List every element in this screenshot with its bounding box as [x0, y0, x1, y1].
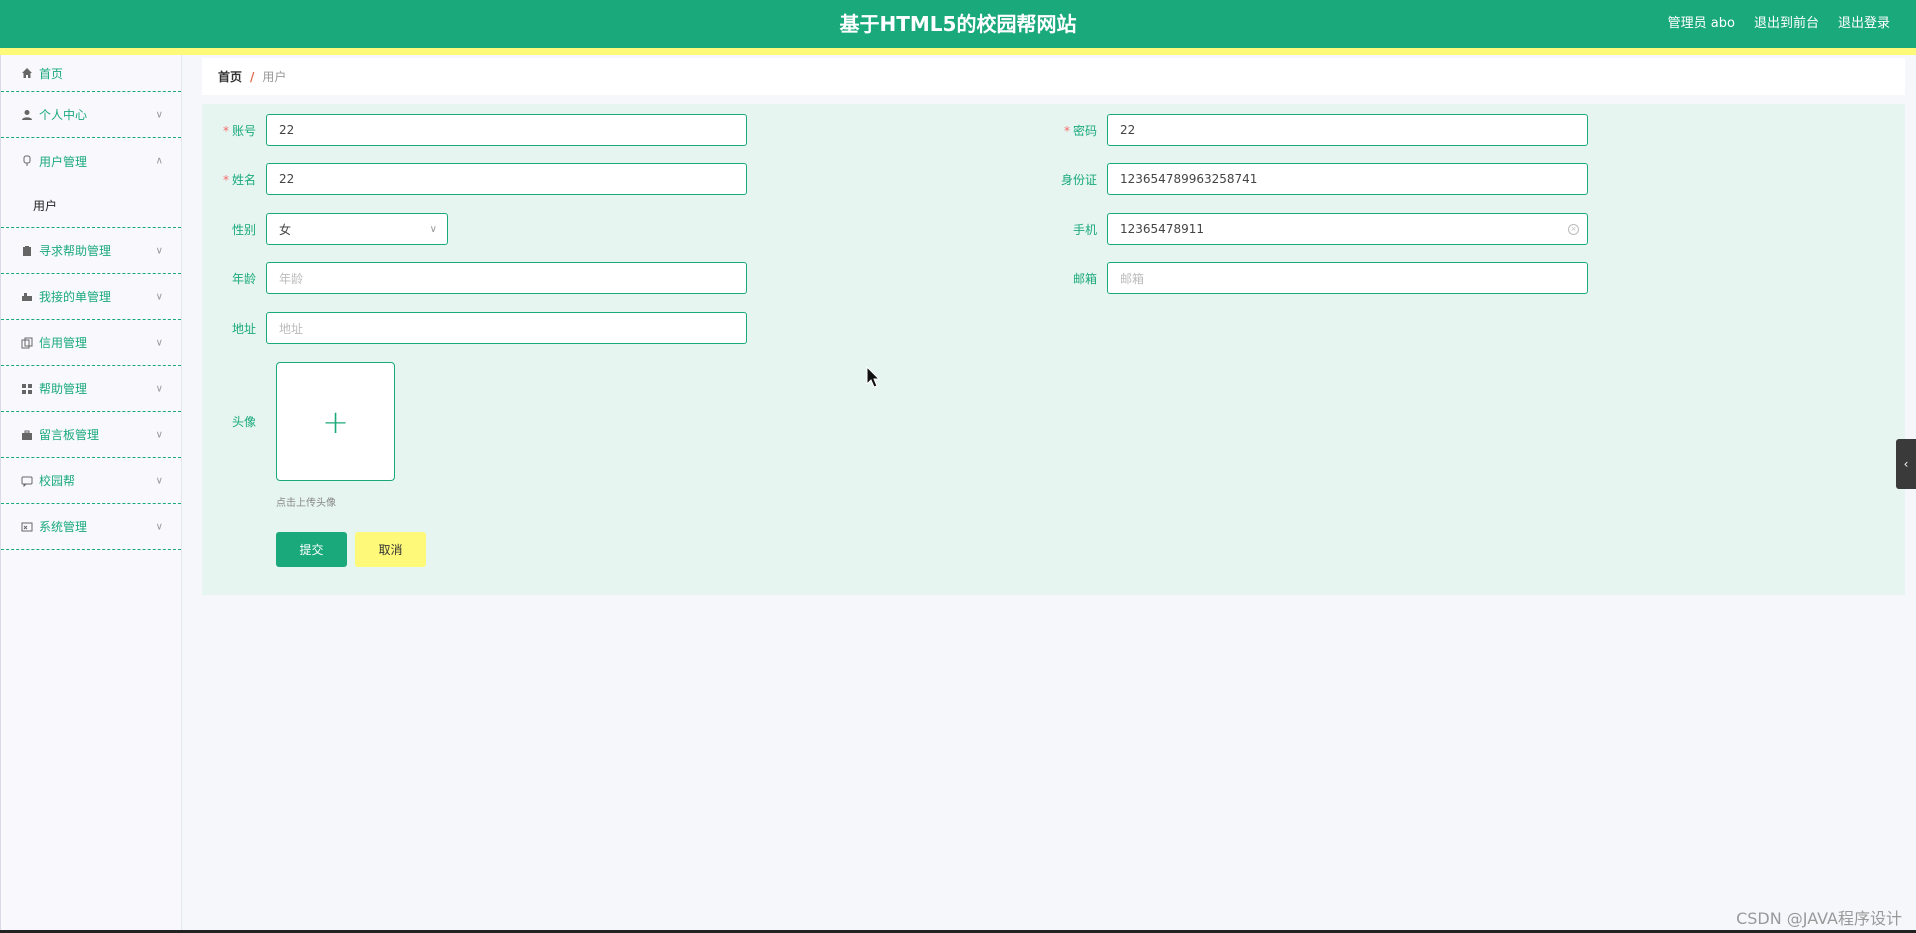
- submit-button[interactable]: 提交: [276, 532, 347, 567]
- breadcrumb-current: 用户: [262, 70, 287, 84]
- chevron-left-icon[interactable]: ‹: [1896, 439, 1916, 489]
- sidebar-subitem-user[interactable]: 用户: [1, 184, 181, 228]
- sidebar-item-system[interactable]: 系统管理 ∨: [1, 504, 181, 550]
- sidebar-item-label: 校园帮: [39, 474, 76, 488]
- phone-label: 手机: [1072, 222, 1097, 237]
- form-row-account: * 账号 22: [202, 114, 747, 146]
- avatar-label: 头像: [231, 415, 256, 429]
- form-row-name: * 姓名 22: [202, 163, 747, 195]
- sidebar-item-label: 留言板管理: [39, 428, 100, 442]
- plus-icon: +: [322, 402, 349, 441]
- sidebar-item-message-board[interactable]: 留言板管理 ∨: [1, 412, 181, 458]
- sidebar-item-credit[interactable]: 信用管理 ∨: [1, 320, 181, 366]
- home-icon: [21, 67, 33, 79]
- logout-link[interactable]: 退出登录: [1838, 12, 1890, 31]
- chevron-up-icon: ∧: [155, 155, 163, 167]
- clear-icon[interactable]: ×: [1568, 223, 1579, 235]
- front-link[interactable]: 退出到前台: [1754, 12, 1819, 31]
- form-row-email: 邮箱 邮箱: [1043, 262, 1588, 294]
- form-row-gender: 性别 女 ∨: [202, 213, 448, 245]
- site-title: 基于HTML5的校园帮网站: [839, 12, 1077, 36]
- sidebar-item-help-manage[interactable]: 帮助管理 ∨: [1, 366, 181, 412]
- breadcrumb-home[interactable]: 首页: [218, 68, 242, 85]
- chevron-down-icon: ∨: [155, 383, 163, 394]
- chevron-down-icon: ∨: [429, 223, 437, 235]
- sidebar-item-label: 帮助管理: [39, 382, 88, 396]
- sidebar-item-label: 用户管理: [39, 154, 88, 169]
- form-row-password: * 密码 22: [1043, 114, 1588, 146]
- chat-icon: [21, 475, 33, 487]
- gender-selected-value: 女: [279, 222, 292, 237]
- chevron-down-icon: ∨: [155, 109, 163, 120]
- form-row-address: 地址 地址: [202, 312, 747, 344]
- email-input[interactable]: 邮箱: [1107, 262, 1588, 294]
- form-row-age: 年龄 年龄: [202, 262, 747, 294]
- chevron-down-icon: ∨: [155, 245, 163, 256]
- avatar-upload-tip: 点击上传头像: [276, 498, 336, 509]
- id-card-input[interactable]: 123654789963258741: [1107, 163, 1588, 195]
- sidebar-item-label: 寻求帮助管理: [39, 244, 112, 258]
- sidebar-item-my-orders[interactable]: 我接的单管理 ∨: [1, 274, 181, 320]
- clipboard-icon: [21, 245, 33, 257]
- phone-input[interactable]: 12365478911 ×: [1107, 213, 1588, 245]
- sidebar-item-label: 系统管理: [39, 520, 88, 534]
- chevron-down-icon: ∨: [155, 429, 163, 440]
- account-label: * 账号: [222, 123, 256, 138]
- id-card-label: 身份证: [1060, 172, 1097, 187]
- mouse-cursor-icon: [866, 366, 881, 388]
- hand-icon: [21, 291, 33, 303]
- header-accent-bar: [0, 48, 1916, 55]
- chevron-down-icon: ∨: [155, 521, 163, 532]
- sidebar-item-personal[interactable]: 个人中心 ∨: [1, 92, 181, 138]
- gender-select[interactable]: 女 ∨: [266, 213, 448, 245]
- form-row-phone: 手机 12365478911 ×: [1043, 213, 1588, 245]
- password-input[interactable]: 22: [1107, 114, 1588, 146]
- system-icon: [21, 521, 33, 533]
- chevron-down-icon: ∨: [155, 291, 163, 302]
- chevron-down-icon: ∨: [155, 337, 163, 348]
- age-input[interactable]: 年龄: [266, 262, 747, 294]
- sidebar-item-label: 个人中心: [39, 108, 88, 122]
- name-input[interactable]: 22: [266, 163, 747, 195]
- sidebar-item-help-request[interactable]: 寻求帮助管理 ∨: [1, 228, 181, 274]
- cancel-button[interactable]: 取消: [355, 532, 426, 567]
- avatar-upload-button[interactable]: +: [276, 362, 395, 481]
- name-label: * 姓名: [222, 172, 256, 187]
- gender-label: 性别: [231, 222, 256, 237]
- header-actions: 管理员 abo 退出到前台 退出登录: [1668, 12, 1890, 31]
- sidebar: 首页 个人中心 ∨ 用户管理 ∧ 用户 寻求帮助管理 ∨ 我接的单管理 ∨ 信用…: [0, 55, 182, 933]
- sidebar-item-label: 信用管理: [39, 336, 88, 350]
- chevron-down-icon: ∨: [155, 475, 163, 486]
- password-label: * 密码: [1063, 123, 1097, 138]
- form-row-avatar: 头像: [202, 413, 266, 430]
- watermark-text: CSDN @JAVA程序设计: [1736, 909, 1902, 928]
- sidebar-item-campus-help[interactable]: 校园帮 ∨: [1, 458, 181, 504]
- email-label: 邮箱: [1072, 271, 1097, 286]
- sidebar-item-user-manage[interactable]: 用户管理 ∧: [1, 138, 181, 184]
- address-input[interactable]: 地址: [266, 312, 747, 344]
- sidebar-item-label: 我接的单管理: [39, 290, 112, 304]
- breadcrumb: 首页 / 用户: [202, 58, 1905, 95]
- sidebar-item-label: 首页: [39, 66, 64, 81]
- briefcase-icon: [21, 429, 33, 441]
- age-label: 年龄: [231, 271, 256, 286]
- grid-icon: [21, 383, 33, 395]
- user-manage-icon: [21, 155, 33, 167]
- sidebar-item-home[interactable]: 首页: [1, 55, 181, 92]
- admin-label: 管理员 abo: [1667, 16, 1735, 31]
- account-input[interactable]: 22: [266, 114, 747, 146]
- form-row-id-card: 身份证 123654789963258741: [1043, 163, 1588, 195]
- address-label: 地址: [231, 321, 256, 336]
- person-icon: [21, 109, 33, 121]
- breadcrumb-separator: /: [250, 69, 255, 84]
- top-header: 基于HTML5的校园帮网站 管理员 abo 退出到前台 退出登录: [0, 0, 1916, 48]
- copy-icon: [21, 337, 33, 349]
- phone-value: 12365478911: [1120, 222, 1204, 236]
